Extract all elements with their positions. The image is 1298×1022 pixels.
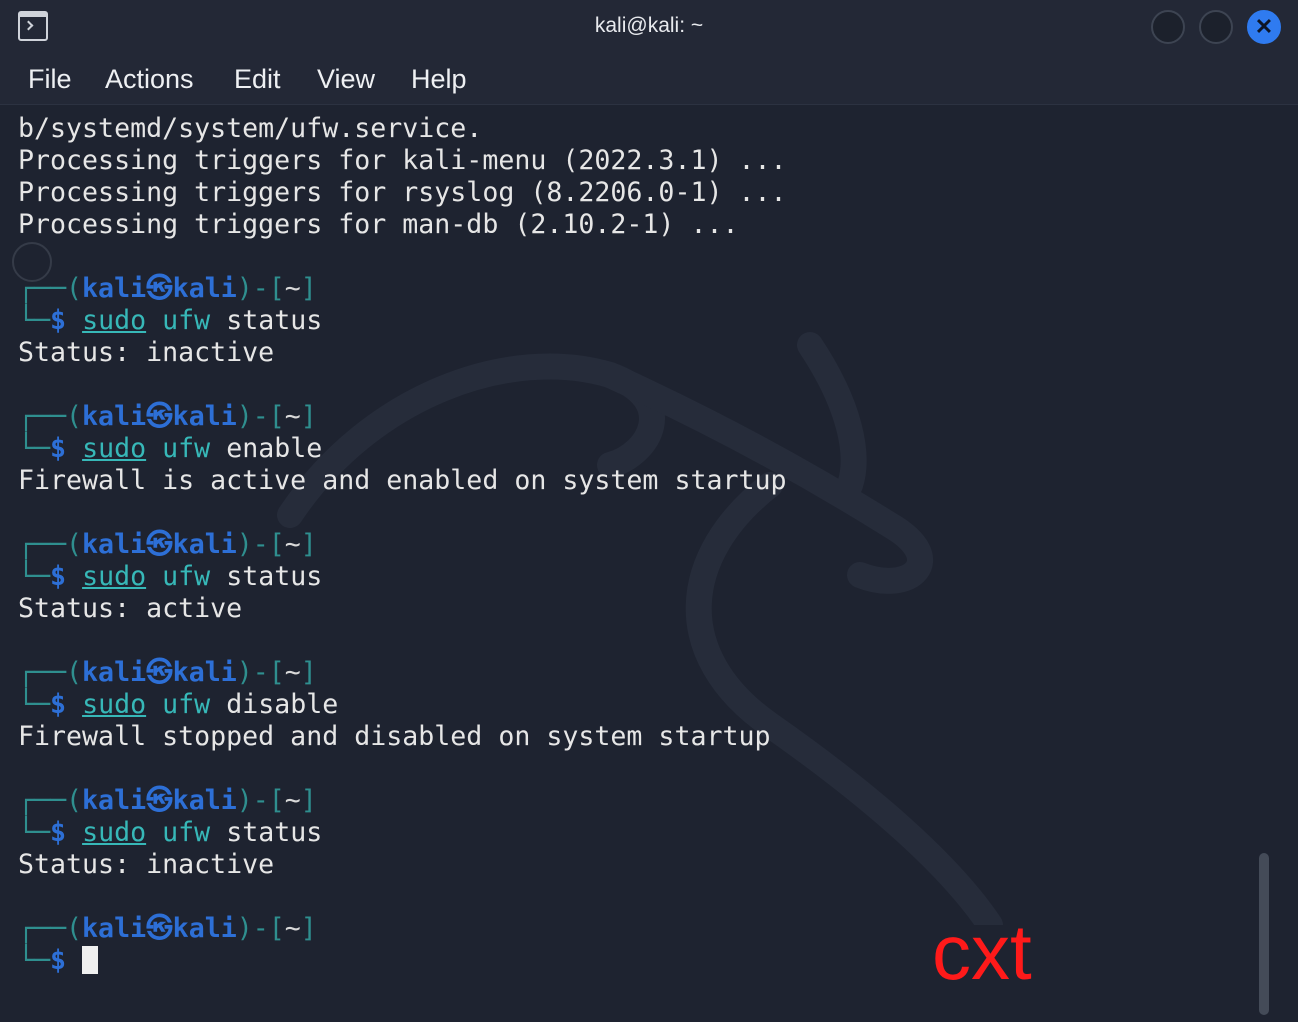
prompt-header: ┌──(kali㉿kali)-[~] [18, 785, 317, 817]
watermark-text: cxt [932, 908, 1032, 996]
command-output: Status: active [18, 593, 243, 624]
prompt-frame: └─ [18, 689, 51, 720]
prompt-user: kali㉿kali [82, 785, 237, 816]
command-output: Firewall stopped and disabled on system … [18, 721, 771, 752]
prompt-frame: )-[ [236, 657, 285, 688]
menu-view[interactable]: View [317, 64, 375, 95]
kali-dragon-watermark-icon [277, 332, 1003, 925]
command-sudo: sudo [82, 817, 147, 848]
prompt-frame: )-[ [236, 401, 285, 432]
command-line: └─$ sudo ufw status [18, 305, 322, 337]
command-name: ufw [162, 689, 211, 720]
prompt-frame: )-[ [236, 913, 285, 944]
text-cursor [82, 946, 99, 974]
menu-file[interactable]: File [28, 64, 72, 95]
prompt-dollar: $ [50, 689, 67, 720]
prompt-frame: └─ [18, 305, 51, 336]
prompt-frame: )-[ [236, 273, 285, 304]
command-arg: status [226, 305, 323, 336]
prompt-frame: ┌──( [18, 401, 83, 432]
command-line: └─$ sudo ufw status [18, 561, 322, 593]
prompt-frame: ] [300, 529, 317, 560]
prompt-frame: ] [300, 785, 317, 816]
command-line: └─$ sudo ufw disable [18, 689, 338, 721]
command-sudo: sudo [82, 433, 147, 464]
prompt-user: kali㉿kali [82, 401, 237, 432]
prompt-frame: ] [300, 657, 317, 688]
prompt-frame: ┌──( [18, 913, 83, 944]
output-line: Processing triggers for kali-menu (2022.… [18, 145, 787, 176]
prompt-user: kali㉿kali [82, 273, 237, 304]
title-bar[interactable]: kali@kali: ~ ✕ [0, 0, 1298, 56]
prompt-cwd: ~ [284, 785, 301, 816]
prompt-frame: ] [300, 401, 317, 432]
minimize-button[interactable] [1151, 10, 1185, 44]
menu-help[interactable]: Help [411, 64, 467, 95]
command-line: └─$ sudo ufw enable [18, 433, 322, 465]
prompt-frame: └─ [18, 433, 51, 464]
window-title: kali@kali: ~ [594, 14, 704, 37]
command-arg: enable [226, 433, 323, 464]
prompt-cwd: ~ [284, 401, 301, 432]
prompt-dollar: $ [50, 817, 67, 848]
command-name: ufw [162, 561, 211, 592]
prompt-frame: ] [300, 913, 317, 944]
prompt-frame: )-[ [236, 785, 285, 816]
command-output: Status: inactive [18, 337, 275, 368]
maximize-button[interactable] [1199, 10, 1233, 44]
terminal-window: kali@kali: ~ ✕ File Actions Edit View He… [0, 0, 1298, 1022]
prompt-user: kali㉿kali [82, 657, 237, 688]
prompt-user: kali㉿kali [82, 529, 237, 560]
command-output: Status: inactive [18, 849, 275, 880]
command-name: ufw [162, 817, 211, 848]
command-line: └─$ sudo ufw status [18, 817, 322, 849]
prompt-cwd: ~ [284, 913, 301, 944]
menu-edit[interactable]: Edit [234, 64, 281, 95]
vertical-scrollbar[interactable] [1259, 853, 1269, 1015]
menu-actions[interactable]: Actions [105, 64, 194, 95]
command-arg: status [226, 817, 323, 848]
prompt-cwd: ~ [284, 657, 301, 688]
terminal-area[interactable]: b/systemd/system/ufw.service. Processing… [0, 105, 1298, 1022]
prompt-frame: └─ [18, 817, 51, 848]
prompt-frame: ┌──( [18, 273, 83, 304]
prompt-user: kali㉿kali [82, 913, 237, 944]
prompt-dollar: $ [50, 305, 67, 336]
close-icon: ✕ [1254, 14, 1274, 39]
output-line: Processing triggers for man-db (2.10.2-1… [18, 209, 739, 240]
prompt-frame: ] [300, 273, 317, 304]
prompt-header: ┌──(kali㉿kali)-[~] [18, 913, 317, 945]
command-name: ufw [162, 305, 211, 336]
prompt-dollar: $ [50, 561, 67, 592]
prompt-header: ┌──(kali㉿kali)-[~] [18, 273, 317, 305]
prompt-cwd: ~ [284, 529, 301, 560]
prompt-frame: ┌──( [18, 529, 83, 560]
prompt-frame: ┌──( [18, 657, 83, 688]
command-sudo: sudo [82, 689, 147, 720]
output-line: b/systemd/system/ufw.service. [18, 113, 483, 144]
command-sudo: sudo [82, 305, 147, 336]
prompt-dollar: $ [50, 945, 67, 976]
prompt-header: ┌──(kali㉿kali)-[~] [18, 657, 317, 689]
command-name: ufw [162, 433, 211, 464]
prompt-dollar: $ [50, 433, 67, 464]
command-sudo: sudo [82, 561, 147, 592]
current-command-line[interactable]: └─$ [18, 945, 99, 977]
prompt-header: ┌──(kali㉿kali)-[~] [18, 529, 317, 561]
menu-bar: File Actions Edit View Help [0, 56, 1298, 105]
prompt-header: ┌──(kali㉿kali)-[~] [18, 401, 317, 433]
prompt-cwd: ~ [284, 273, 301, 304]
prompt-frame: )-[ [236, 529, 285, 560]
prompt-frame: └─ [18, 561, 51, 592]
prompt-frame: └─ [18, 945, 51, 976]
close-button[interactable]: ✕ [1247, 10, 1281, 44]
prompt-frame: ┌──( [18, 785, 83, 816]
command-arg: disable [226, 689, 339, 720]
command-output: Firewall is active and enabled on system… [18, 465, 787, 496]
command-arg: status [226, 561, 323, 592]
output-line: Processing triggers for rsyslog (8.2206.… [18, 177, 787, 208]
